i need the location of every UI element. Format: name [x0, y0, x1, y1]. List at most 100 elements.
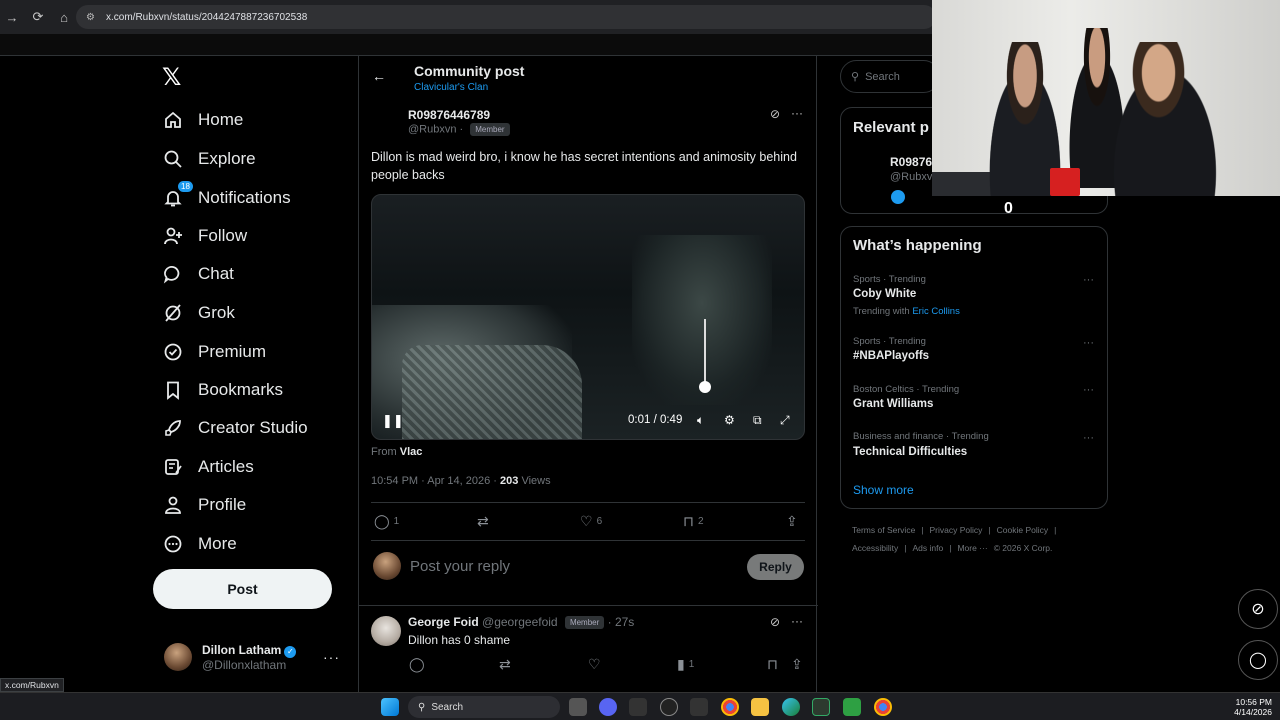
share-action[interactable]: ⇪	[786, 513, 802, 530]
x-logo-icon[interactable]: 𝕏	[162, 66, 186, 90]
nav-premium[interactable]: Premium	[162, 337, 266, 367]
chatgpt-icon[interactable]	[660, 698, 678, 716]
heart-icon: ♡	[580, 513, 593, 529]
footer-link[interactable]: More ···	[957, 543, 987, 553]
repost-action[interactable]: ⇄	[477, 513, 493, 530]
task-view-icon[interactable]	[569, 698, 587, 716]
address-bar[interactable]: ⚙ x.com/Rubxvn/status/204424788723670253…	[76, 5, 936, 29]
relevant-name[interactable]: R09876	[890, 155, 932, 169]
more-dots-icon[interactable]: ···	[791, 614, 803, 628]
like-action[interactable]: ♡ 6	[580, 513, 602, 530]
grok-icon[interactable]: ⊘	[1238, 589, 1278, 629]
nav-creator-studio[interactable]: Creator Studio	[162, 413, 308, 443]
post-author-handle[interactable]: @Rubxvn	[408, 123, 456, 135]
excel-icon[interactable]	[812, 698, 830, 716]
show-more-link[interactable]: Show more	[853, 483, 914, 497]
reply-author-handle[interactable]: @georgeefoid	[482, 615, 558, 629]
chrome-icon[interactable]	[874, 698, 892, 716]
trend-name[interactable]: Grant Williams	[853, 398, 933, 410]
search-input[interactable]: ⚲ Search	[840, 60, 940, 93]
capcut-icon[interactable]	[629, 698, 647, 716]
share-action[interactable]: ⇪	[791, 656, 807, 673]
nav-bookmarks[interactable]: Bookmarks	[162, 375, 283, 405]
reload-icon[interactable]: ⟳	[26, 5, 50, 29]
like-action[interactable]: ♡	[588, 656, 605, 673]
reply-time[interactable]: · 27s	[608, 615, 635, 629]
volume-slider[interactable]	[704, 319, 706, 389]
post-text: Dillon is mad weird bro, i know he has s…	[371, 150, 797, 182]
nav-chat[interactable]: Chat	[162, 259, 234, 289]
video-player[interactable]: ❚❚ 0:01 / 0:49 🔈︎ ⚙ ⧉ ⤢	[371, 194, 805, 440]
bookmark-icon: ⊓	[767, 656, 778, 672]
file-explorer-icon[interactable]	[751, 698, 769, 716]
nav-explore[interactable]: Explore	[162, 144, 256, 174]
nav-notifications[interactable]: 18 Notifications	[162, 181, 291, 213]
more-dots-icon[interactable]: ···	[1083, 337, 1094, 349]
footer-link[interactable]: Ads info	[913, 543, 944, 553]
account-switcher[interactable]: Dillon Latham ✓ @Dillonxlatham ···	[164, 641, 354, 673]
more-dots-icon[interactable]: ···	[1083, 274, 1094, 286]
grok-icon[interactable]: ⊘	[770, 615, 780, 629]
bookmark-action[interactable]: ⊓ 2	[683, 513, 704, 530]
app-icon[interactable]	[843, 698, 861, 716]
post-button[interactable]: Post	[153, 569, 332, 609]
post-author-name[interactable]: R09876446789	[408, 108, 490, 122]
chrome-icon[interactable]	[721, 698, 739, 716]
chat-bubble-icon[interactable]: ◯	[1238, 640, 1278, 680]
trend-name[interactable]: Technical Difficulties	[853, 446, 967, 458]
taskbar-search[interactable]: ⚲ Search	[408, 696, 560, 718]
views-label: Views	[518, 475, 551, 487]
post-timestamp[interactable]: 10:54 PM · Apr 14, 2026 ·	[371, 475, 500, 487]
settings-gear-icon[interactable]: ⚙	[724, 413, 735, 427]
fullscreen-icon[interactable]: ⤢	[780, 413, 790, 428]
more-dots-icon[interactable]: ···	[791, 106, 803, 120]
reply-button[interactable]: Reply	[747, 554, 804, 580]
footer-link[interactable]: Terms of Service	[852, 525, 915, 535]
discord-icon[interactable]	[599, 698, 617, 716]
nav-articles[interactable]: Articles	[162, 452, 254, 482]
more-dots-icon[interactable]: ···	[323, 649, 340, 665]
home-page-icon[interactable]: ⌂	[52, 5, 76, 29]
nav-more[interactable]: More	[162, 529, 237, 559]
reply-icon: ◯	[409, 656, 425, 672]
trend-name[interactable]: Coby White	[853, 288, 916, 300]
repost-action[interactable]: ⇄	[499, 656, 515, 673]
reply-author-name[interactable]: George Foid	[408, 615, 479, 629]
reply-input[interactable]: Post your reply	[410, 558, 510, 575]
from-source[interactable]: Vlac	[400, 446, 423, 458]
grok-icon[interactable]: ⊘	[770, 107, 780, 121]
relevant-handle[interactable]: @Rubxv	[890, 171, 932, 183]
nav-home[interactable]: Home	[162, 105, 243, 135]
reply-action[interactable]: ◯ 1	[374, 513, 399, 530]
more-dots-icon[interactable]: ···	[1083, 384, 1094, 396]
verified-icon: ✓	[284, 645, 297, 658]
nav-profile[interactable]: Profile	[162, 490, 246, 520]
nav-grok[interactable]: Grok	[162, 298, 235, 328]
windows-start-icon[interactable]	[381, 698, 399, 716]
back-arrow-icon[interactable]: ←	[372, 68, 386, 84]
pause-icon[interactable]: ❚❚	[382, 413, 404, 429]
forward-icon[interactable]: →	[0, 5, 24, 29]
url-text: x.com/Rubxvn/status/2044247887236702538	[106, 11, 308, 23]
clock[interactable]: 10:56 PM 4/14/2026	[1234, 697, 1272, 717]
trend-with-name[interactable]: Eric Collins	[912, 306, 960, 317]
volume-slider-knob[interactable]	[699, 381, 711, 393]
community-link[interactable]: Clavicular's Clan	[414, 82, 488, 93]
nav-follow[interactable]: Follow	[162, 221, 247, 251]
app-icon[interactable]	[690, 698, 708, 716]
video-time: 0:01 / 0:49	[628, 414, 683, 426]
footer-link[interactable]: Accessibility	[852, 543, 898, 553]
reply-action[interactable]: ◯	[409, 656, 429, 673]
bookmark-action[interactable]: ⊓	[767, 656, 782, 673]
footer-link[interactable]: Privacy Policy	[930, 525, 983, 535]
main-column: ← Community post Clavicular's Clan R0987…	[358, 56, 818, 692]
picture-in-picture-icon[interactable]: ⧉	[753, 413, 762, 428]
trend-name[interactable]: #NBAPlayoffs	[853, 350, 929, 362]
reply-item[interactable]: George Foid @georgeefoid Member · 27s ⊘ …	[359, 605, 818, 692]
edge-icon[interactable]	[782, 698, 800, 716]
views-action[interactable]: ▮ 1	[677, 656, 694, 673]
footer-link[interactable]: Cookie Policy	[997, 525, 1049, 535]
volume-icon[interactable]: 🔈︎	[697, 413, 704, 428]
more-dots-icon[interactable]: ···	[1083, 432, 1094, 444]
site-info-icon[interactable]: ⚙	[86, 12, 98, 23]
